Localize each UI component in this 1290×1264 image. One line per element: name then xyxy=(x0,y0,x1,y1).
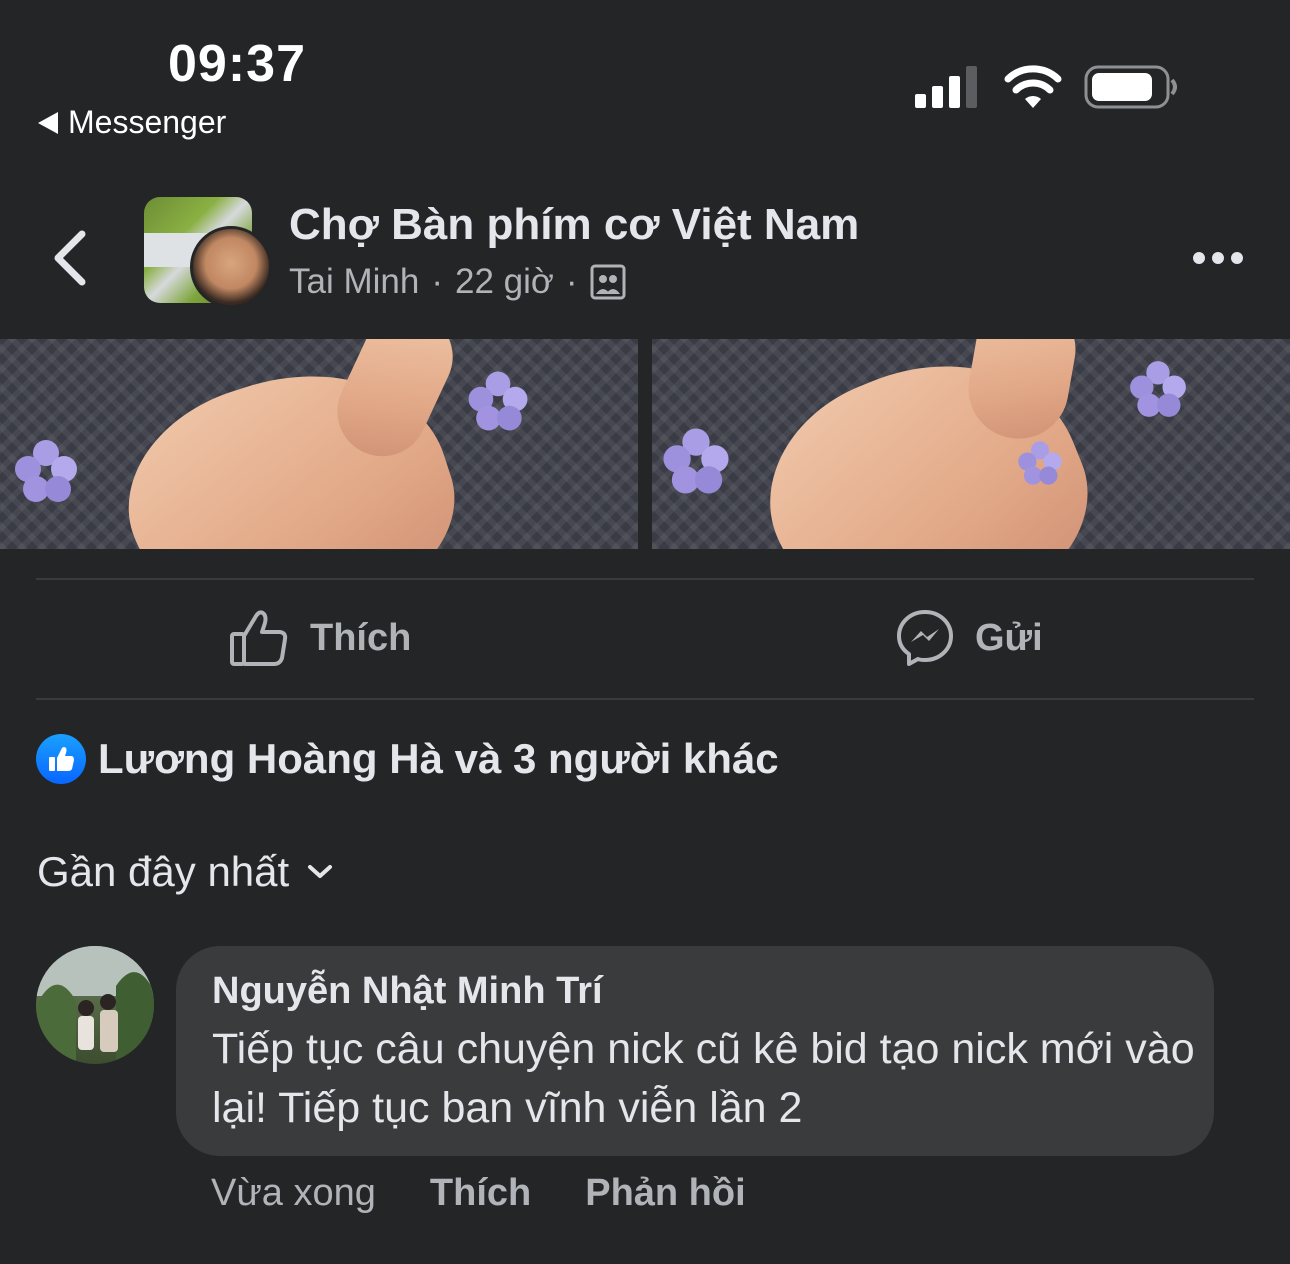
more-options-icon[interactable] xyxy=(1192,250,1244,266)
keycap-flower-icon xyxy=(1018,441,1062,485)
divider xyxy=(36,578,1254,580)
sort-label: Gần đây nhất xyxy=(37,848,290,895)
like-button[interactable]: Thích xyxy=(228,608,411,668)
reactions-summary[interactable]: Lương Hoàng Hà và 3 người khác xyxy=(36,734,779,784)
comment-sort-dropdown[interactable]: Gần đây nhất xyxy=(37,848,333,896)
messenger-icon xyxy=(897,610,953,666)
group-name[interactable]: Chợ Bàn phím cơ Việt Nam xyxy=(289,200,859,250)
battery-icon xyxy=(1084,65,1177,109)
wifi-icon xyxy=(1004,65,1062,108)
back-to-messenger[interactable]: Messenger xyxy=(38,104,226,141)
comment-like-button[interactable]: Thích xyxy=(430,1172,531,1215)
comment-text: Tiếp tục câu chuyện nick cũ kê bid tạo n… xyxy=(212,1025,1195,1132)
group-audience-icon xyxy=(590,264,625,300)
status-time: 09:37 xyxy=(168,35,306,93)
post-time[interactable]: 22 giờ xyxy=(455,262,554,302)
cellular-signal-icon xyxy=(915,66,977,108)
post-author[interactable]: Tai Minh xyxy=(289,262,419,302)
keycap-flower-icon xyxy=(468,371,528,431)
like-reaction-icon xyxy=(36,734,86,784)
divider xyxy=(36,698,1254,700)
comment-reply-button[interactable]: Phản hồi xyxy=(585,1172,745,1215)
back-triangle-icon xyxy=(38,111,58,134)
comment-author[interactable]: Nguyễn Nhật Minh Trí xyxy=(212,970,603,1013)
post-photo-1[interactable] xyxy=(0,339,638,549)
send-button[interactable]: Gửi xyxy=(895,608,1043,668)
author-avatar[interactable] xyxy=(190,226,272,308)
meta-separator: · xyxy=(431,262,443,301)
meta-separator: · xyxy=(565,262,578,301)
chevron-down-icon xyxy=(308,865,333,878)
comment-actions: Vừa xong Thích Phản hồi xyxy=(211,1172,746,1215)
keycap-flower-icon xyxy=(1130,361,1186,417)
back-app-label: Messenger xyxy=(68,104,227,140)
thumbs-up-icon xyxy=(230,610,288,666)
post-photo-2[interactable] xyxy=(652,339,1290,549)
keycap-flower-icon xyxy=(15,440,77,502)
comment-time: Vừa xong xyxy=(211,1172,376,1214)
keycap-flower-icon xyxy=(663,428,729,494)
commenter-avatar[interactable] xyxy=(36,946,154,1064)
nav-back-icon[interactable] xyxy=(50,228,90,288)
reactions-text: Lương Hoàng Hà và 3 người khác xyxy=(98,735,779,782)
send-label: Gửi xyxy=(975,616,1043,659)
like-label: Thích xyxy=(310,616,412,659)
post-meta: Tai Minh · 22 giờ · xyxy=(289,262,626,302)
